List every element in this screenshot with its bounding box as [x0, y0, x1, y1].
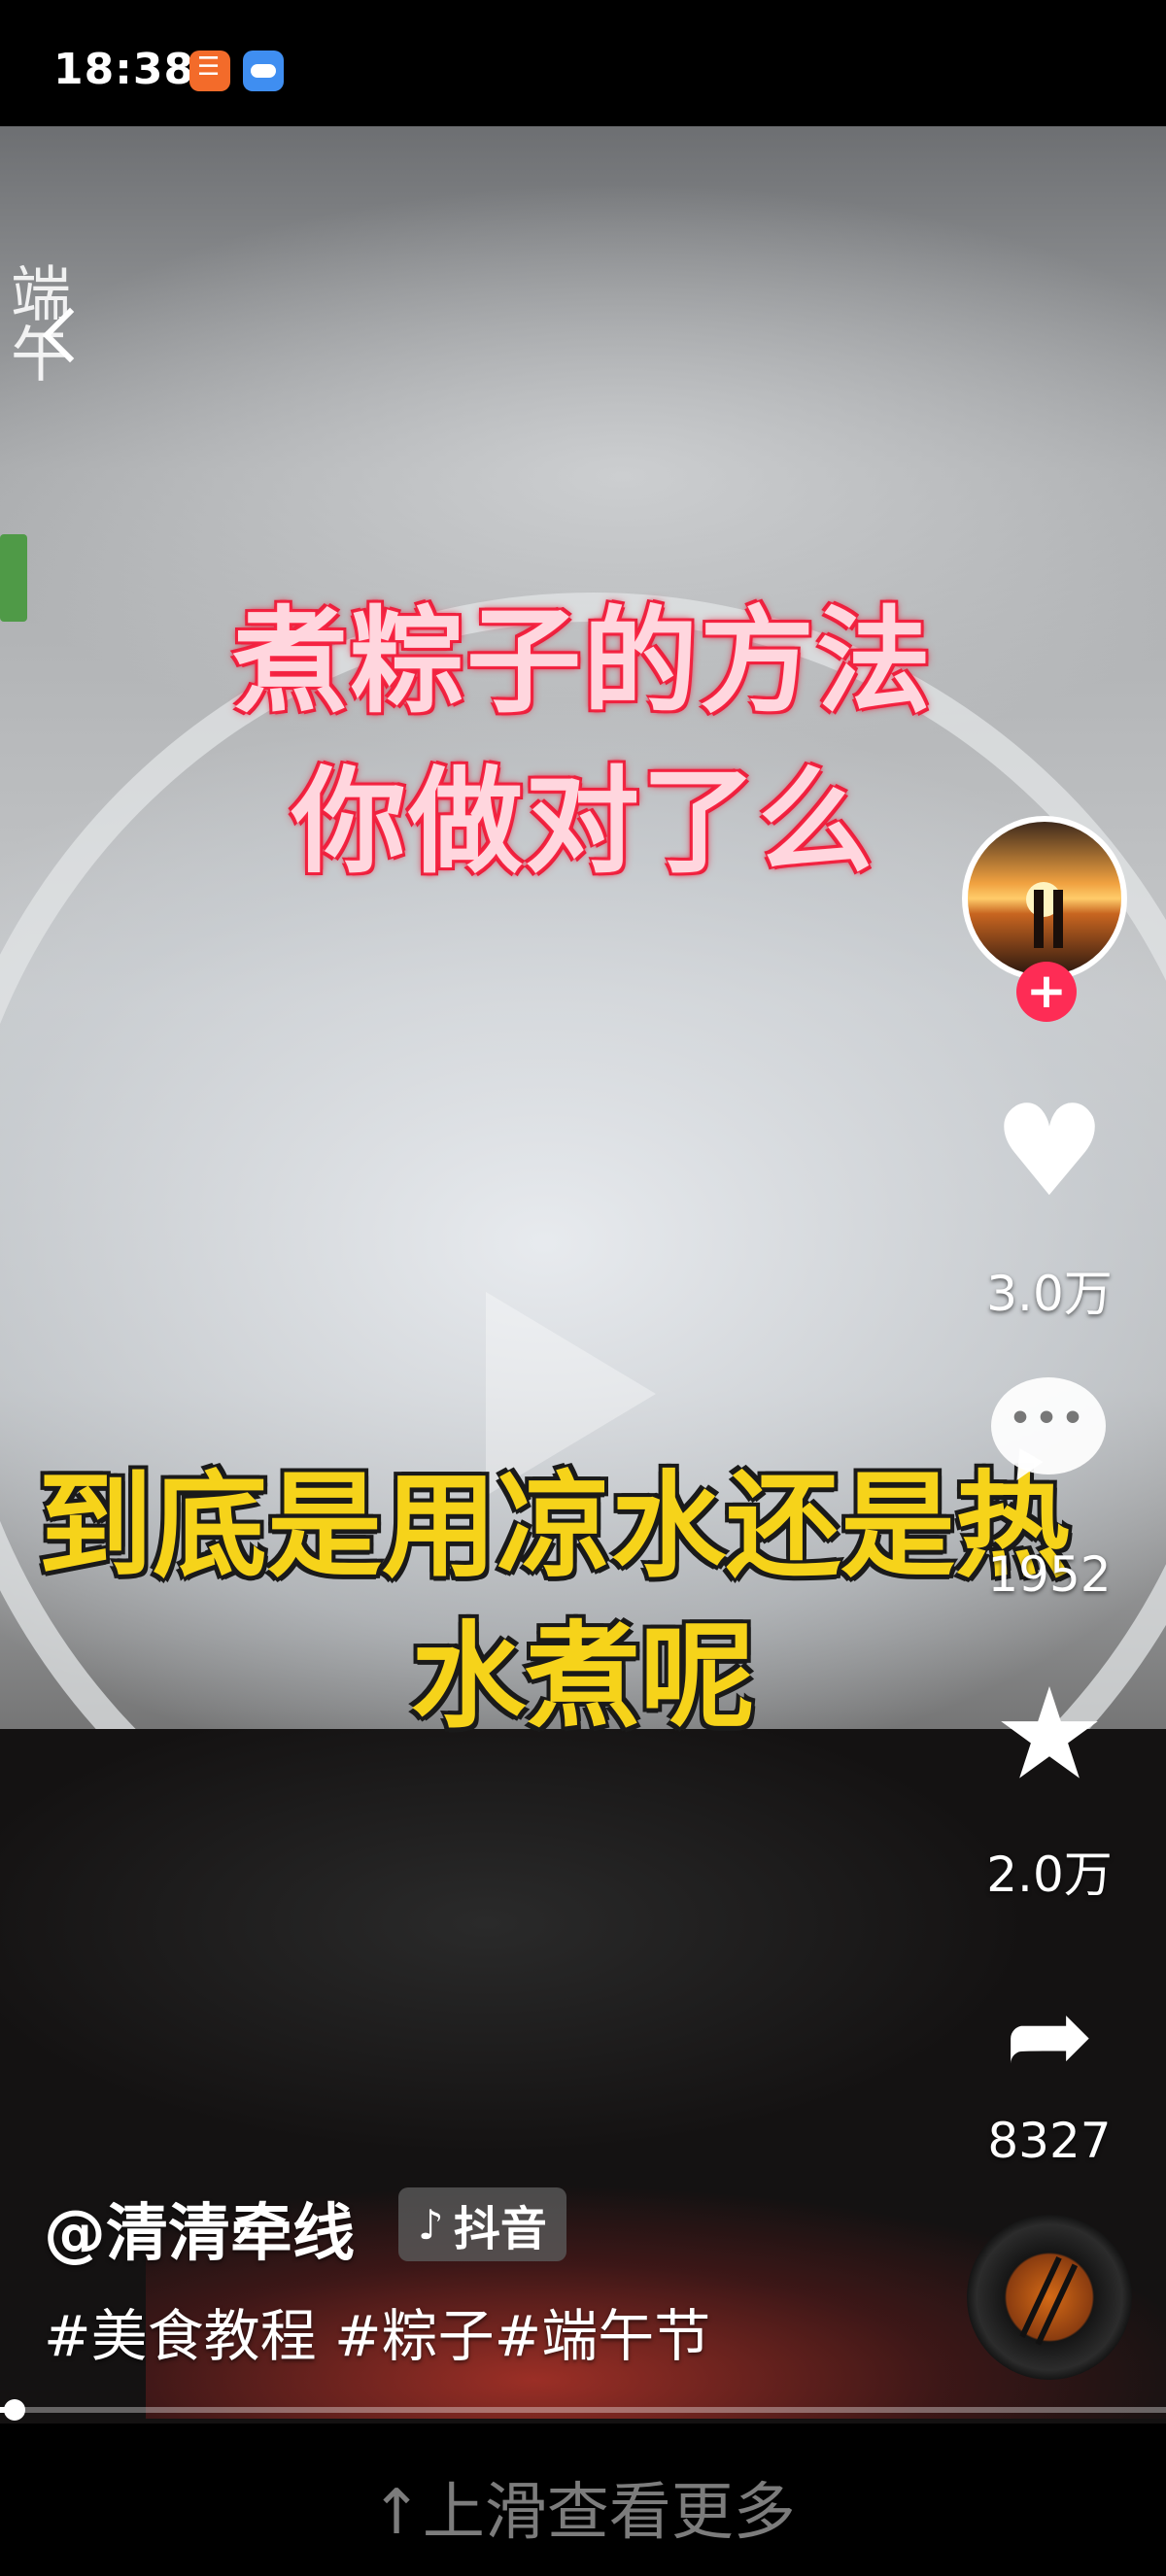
- comment-dots: •••: [1009, 1399, 1088, 1439]
- app-notification-icon: [189, 51, 230, 91]
- favorite-count: 2.0万: [986, 1847, 1113, 1903]
- favorite-star-icon[interactable]: ★: [986, 1671, 1113, 1797]
- swipe-up-hint[interactable]: ↑上滑查看更多: [0, 2462, 1166, 2552]
- author-avatar[interactable]: [962, 816, 1127, 981]
- comment-count: 1952: [987, 1546, 1112, 1603]
- author-name[interactable]: @清清牵线: [44, 2184, 355, 2273]
- follow-button[interactable]: +: [1016, 962, 1077, 1022]
- progress-bar[interactable]: [0, 2407, 1166, 2413]
- status-bar: 18:38: [0, 0, 1166, 126]
- status-time: 18:38: [53, 45, 195, 94]
- like-count: 3.0万: [986, 1266, 1113, 1322]
- platform-tag[interactable]: ♪ 抖音: [398, 2187, 566, 2261]
- video-hashtags[interactable]: #美食教程 #粽子#端午节: [44, 2290, 710, 2372]
- like-heart-icon[interactable]: ♥: [986, 1088, 1113, 1214]
- bottom-bar: ↑上滑查看更多: [0, 2423, 1166, 2576]
- douyin-note-icon: ♪: [418, 2200, 444, 2249]
- platform-tag-label: 抖音: [453, 2202, 547, 2256]
- comment-icon[interactable]: •••: [986, 1377, 1113, 1484]
- progress-handle[interactable]: [4, 2399, 25, 2421]
- share-count: 8327: [987, 2113, 1112, 2169]
- share-arrow-icon[interactable]: ➦: [986, 1972, 1113, 2098]
- music-disc-icon[interactable]: [967, 2215, 1132, 2380]
- cloud-icon: [243, 51, 284, 91]
- video-title-line1: 煮粽子的方法: [232, 594, 933, 729]
